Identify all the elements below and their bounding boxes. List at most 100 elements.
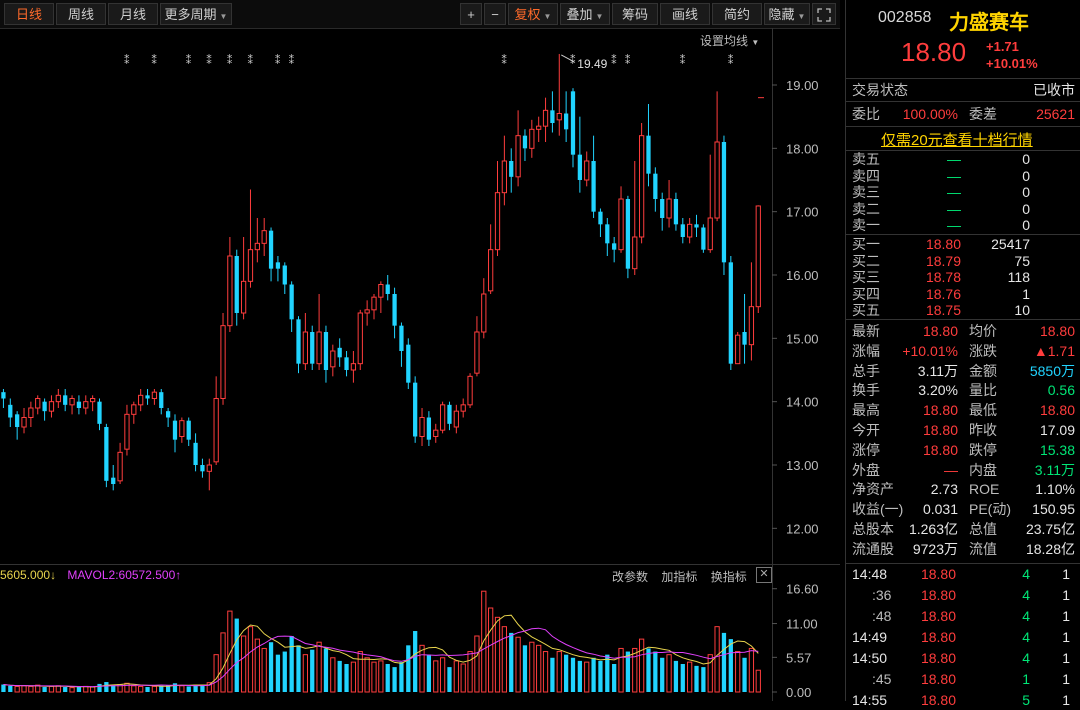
field-label: 金额 <box>969 362 997 379</box>
volume-bar <box>653 651 658 692</box>
change-value: +1.71 <box>986 39 1019 54</box>
hide-dropdown[interactable]: 隐藏 ▼ <box>764 3 810 25</box>
volume-bar <box>522 645 528 692</box>
volume-bar <box>680 664 685 692</box>
drawing-button[interactable]: 画线 <box>660 3 710 25</box>
tick-time: :48 <box>872 608 892 624</box>
candle-body <box>165 411 171 418</box>
edit-params-button[interactable]: 改参数 <box>612 570 648 584</box>
candle-body <box>282 265 287 285</box>
fuquan-dropdown[interactable]: 复权 ▼ <box>508 3 558 25</box>
volume-bar <box>14 685 20 693</box>
candle-body <box>598 211 603 225</box>
more-periods-dropdown[interactable]: 更多周期 ▼ <box>160 3 232 25</box>
weibi-row: 委比 100.00% 委差 25621 <box>846 104 1080 124</box>
tick-time: :45 <box>872 671 892 687</box>
tick-count: 1 <box>1062 692 1070 708</box>
quote-field-row: 今开 18.80 昨收 17.09 <box>846 420 1080 440</box>
close-indicator-button[interactable]: ✕ <box>756 567 772 583</box>
event-marker: ⁑ <box>728 54 734 67</box>
change-indicator-button[interactable]: 换指标 <box>711 570 747 584</box>
overlay-dropdown[interactable]: 叠加 ▼ <box>560 3 610 25</box>
candle-body <box>735 334 741 365</box>
kline-chart[interactable]: 19.00 18.00 17.00 16.00 15.00 14.00 13.00 12.00… <box>0 28 840 701</box>
volume-bar <box>296 645 301 692</box>
chips-button[interactable]: 筹码 <box>612 3 658 25</box>
ask-label: 卖二 <box>852 200 880 217</box>
volume-bar <box>660 657 665 692</box>
candle-body <box>605 224 610 244</box>
candle-body <box>591 161 596 212</box>
event-marker: ⁑ <box>611 54 617 67</box>
volume-bar <box>63 687 68 692</box>
field-value: 18.80 <box>922 402 958 419</box>
bid-price: 18.75 <box>925 302 961 318</box>
volume-bar <box>694 665 699 692</box>
arrow-up-icon: ↑ <box>175 568 182 582</box>
field-label: 今开 <box>852 422 880 438</box>
bid-label: 买二 <box>852 252 880 269</box>
field-value: 18.28亿 <box>1025 540 1075 557</box>
event-marker: ⁑ <box>124 54 130 67</box>
volume-bar <box>378 660 384 693</box>
volume-bar <box>179 685 185 693</box>
fullscreen-button[interactable] <box>812 3 836 25</box>
ask-price: — <box>947 167 961 184</box>
quote-field-row: 总股本 1.263亿 总值 23.75亿 <box>846 519 1080 539</box>
candle-body <box>419 417 425 437</box>
add-indicator-button[interactable]: 加指标 <box>661 570 697 584</box>
zoom-in-button[interactable]: + <box>460 3 482 25</box>
field-label: 跌停 <box>969 441 997 458</box>
volume-bar <box>151 685 158 693</box>
tick-count: 1 <box>1062 587 1070 603</box>
ask-volume: 0 <box>1022 200 1030 217</box>
event-marker: ⁑ <box>501 54 507 67</box>
candle-body <box>666 198 672 219</box>
candle-body <box>206 464 212 472</box>
ask-label: 卖三 <box>852 184 880 200</box>
period-monthly-button[interactable]: 月线 <box>108 3 158 25</box>
tick-time: 14:55 <box>852 692 888 708</box>
candle-body <box>385 284 390 294</box>
tick-count: 1 <box>1062 608 1070 624</box>
field-value: 2.73 <box>930 481 958 498</box>
tick-time: 14:50 <box>852 650 888 666</box>
candle-body <box>268 230 274 269</box>
quote-field-row: 外盘 — 内盘 3.11万 <box>846 460 1080 480</box>
candle-body <box>378 284 384 298</box>
volume-bar <box>584 661 590 693</box>
field-label: 昨收 <box>969 422 997 438</box>
candle-body <box>8 404 13 418</box>
period-weekly-button[interactable]: 周线 <box>56 3 106 25</box>
candle-body <box>261 230 267 244</box>
quote-field-row: 涨幅 +10.01% 涨跌 ▲1.71 <box>846 341 1080 361</box>
vol-ma2-value: MAVOL2:60572.500 <box>67 568 176 582</box>
period-daily-button[interactable]: 日线 <box>4 3 54 25</box>
tick-volume: 5 <box>1022 692 1030 708</box>
set-ma-button[interactable]: 设置均线 ▼ <box>700 32 759 49</box>
tick-row: 14:49 18.80 4 1 <box>846 627 1080 647</box>
field-label: 最新 <box>852 323 880 339</box>
candle-body <box>550 110 555 123</box>
bid-label: 买四 <box>852 285 880 302</box>
volume-bar <box>439 657 446 693</box>
weicha-label: 委差 <box>969 106 997 122</box>
volume-bar <box>721 632 727 692</box>
ask-price: — <box>947 200 961 217</box>
bid-label: 买五 <box>852 302 880 318</box>
volume-bar <box>275 654 281 692</box>
stock-header: 002858 力盛赛车 18.80 +1.71 +10.01% <box>846 0 1080 79</box>
volume-bar <box>240 635 247 693</box>
simple-button[interactable]: 简约 <box>712 3 762 25</box>
bid-volume: 25417 <box>991 236 1030 252</box>
volume-bar <box>536 644 542 693</box>
field-label: 总值 <box>969 521 997 537</box>
candle-body <box>453 410 459 428</box>
volume-bar <box>289 636 294 692</box>
bid-row: 买三 18.78 118 <box>846 269 1080 285</box>
level2-banner-link[interactable]: 仅需20元查看十档行情 <box>881 129 1033 150</box>
quote-field-row: 换手 3.20% 量比 0.56 <box>846 380 1080 400</box>
bid-volume: 10 <box>1014 302 1030 318</box>
zoom-out-button[interactable]: − <box>484 3 506 25</box>
candle-body <box>104 427 109 481</box>
